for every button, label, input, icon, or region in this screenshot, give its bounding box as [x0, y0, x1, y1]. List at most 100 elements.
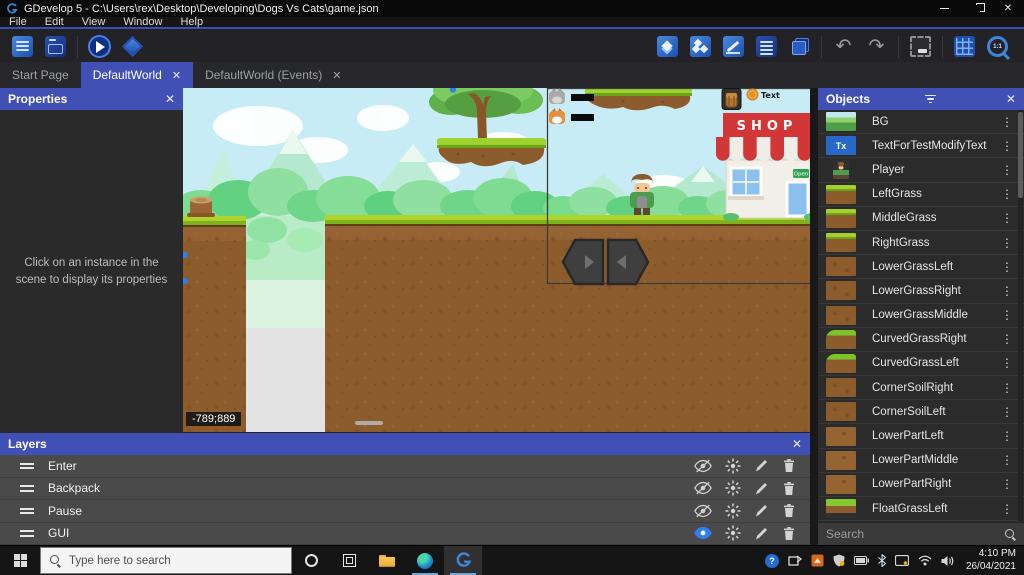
edit-pencil-icon[interactable] — [754, 481, 769, 496]
add-object-icon[interactable] — [655, 34, 680, 59]
object-menu-icon[interactable]: ⋮ — [998, 405, 1016, 419]
snip-screen-icon[interactable] — [894, 555, 909, 566]
filter-icon[interactable] — [925, 94, 937, 105]
drag-handle-icon[interactable] — [20, 460, 34, 472]
delete-trash-icon[interactable] — [782, 458, 796, 473]
object-menu-icon[interactable]: ⋮ — [998, 429, 1016, 443]
layer-row-enter[interactable]: Enter — [0, 455, 810, 478]
tab-start-page[interactable]: Start Page — [0, 62, 81, 88]
start-button[interactable] — [0, 546, 40, 575]
defender-shield-icon[interactable] — [833, 554, 845, 567]
object-groups-icon[interactable] — [688, 34, 713, 59]
object-menu-icon[interactable]: ⋮ — [998, 356, 1016, 370]
cortana-button[interactable] — [292, 546, 330, 575]
object-row[interactable]: LeftGrass ⋮ — [818, 183, 1024, 207]
effects-icon[interactable] — [725, 480, 741, 496]
edit-pencil-icon[interactable] — [754, 458, 769, 473]
effects-icon[interactable] — [725, 503, 741, 519]
object-menu-icon[interactable]: ⋮ — [998, 477, 1016, 491]
object-menu-icon[interactable]: ⋮ — [998, 236, 1016, 250]
object-row-bg[interactable]: BG ⋮ — [818, 110, 1024, 135]
taskbar-clock[interactable]: 4:10 PM 26/04/2021 — [966, 548, 1016, 573]
visibility-eye-icon[interactable] — [694, 526, 712, 540]
menu-window[interactable]: Window — [123, 16, 162, 28]
help-tray-icon[interactable]: ? — [764, 553, 779, 568]
object-row[interactable]: CurvedGrassLeft ⋮ — [818, 352, 1024, 377]
object-menu-icon[interactable]: ⋮ — [998, 163, 1016, 177]
object-menu-icon[interactable]: ⋮ — [998, 115, 1016, 129]
taskbar-search[interactable]: Type here to search — [40, 547, 292, 574]
file-explorer-button[interactable] — [368, 546, 406, 575]
visibility-eye-icon[interactable] — [694, 504, 712, 518]
object-row[interactable]: MiddleGrass ⋮ — [818, 207, 1024, 231]
window-mask-icon[interactable] — [908, 34, 933, 59]
panel-divider[interactable] — [810, 88, 818, 545]
effects-icon[interactable] — [725, 458, 741, 474]
edge-button[interactable] — [406, 546, 444, 575]
edit-pencil-icon[interactable] — [754, 526, 769, 541]
effects-icon[interactable] — [725, 525, 741, 541]
object-row[interactable]: CornerSoilRight ⋮ — [818, 376, 1024, 401]
canvas-horizontal-scrollbar[interactable] — [355, 421, 383, 425]
tab-close-icon[interactable]: ✕ — [172, 69, 181, 82]
undo-icon[interactable]: ↶ — [831, 34, 856, 59]
object-menu-icon[interactable]: ⋮ — [998, 453, 1016, 467]
object-row-player[interactable]: Player ⋮ — [818, 158, 1024, 183]
project-manager-icon[interactable] — [10, 34, 35, 59]
object-menu-icon[interactable]: ⋮ — [998, 308, 1016, 322]
visibility-eye-icon[interactable] — [694, 459, 712, 473]
edit-pencil-icon[interactable] — [754, 503, 769, 518]
orange-app-icon[interactable] — [811, 554, 824, 567]
battery-icon[interactable] — [853, 556, 869, 565]
layers-close-icon[interactable]: ✕ — [792, 437, 802, 451]
objects-scrollbar[interactable] — [1018, 110, 1023, 521]
layer-row-pause[interactable]: Pause — [0, 500, 810, 523]
edit-properties-icon[interactable] — [721, 34, 746, 59]
menu-view[interactable]: View — [82, 16, 106, 28]
tab-defaultworld[interactable]: DefaultWorld ✕ — [80, 62, 194, 88]
objects-close-icon[interactable]: ✕ — [1006, 92, 1016, 106]
object-row[interactable]: LowerPartLeft ⋮ — [818, 424, 1024, 449]
zoom-original-icon[interactable]: 1:1 — [985, 34, 1010, 59]
tab-defaultworld-events[interactable]: DefaultWorld (Events) ✕ — [193, 62, 353, 88]
gdevelop-taskbar-button[interactable] — [444, 546, 482, 575]
play-preview-icon[interactable] — [87, 34, 112, 59]
object-menu-icon[interactable]: ⋮ — [998, 284, 1016, 298]
object-menu-icon[interactable]: ⋮ — [998, 381, 1016, 395]
object-menu-icon[interactable]: ⋮ — [998, 211, 1016, 225]
object-menu-icon[interactable]: ⋮ — [998, 187, 1016, 201]
object-row[interactable]: LowerPartMiddle ⋮ — [818, 449, 1024, 473]
debug-icon[interactable] — [120, 34, 145, 59]
redo-icon[interactable]: ↷ — [864, 34, 889, 59]
minimize-button[interactable] — [928, 0, 960, 17]
title-bar[interactable]: GDevelop 5 - C:\Users\rex\Desktop\Develo… — [0, 0, 1024, 17]
object-row[interactable]: LowerPartRight ⋮ — [818, 473, 1024, 497]
object-menu-icon[interactable]: ⋮ — [998, 502, 1016, 516]
layer-row-gui[interactable]: GUI — [0, 523, 810, 545]
object-menu-icon[interactable]: ⋮ — [998, 332, 1016, 346]
menu-edit[interactable]: Edit — [45, 16, 64, 28]
object-row[interactable]: CurvedGrassRight ⋮ — [818, 328, 1024, 352]
instances-list-icon[interactable] — [754, 34, 779, 59]
delete-trash-icon[interactable] — [782, 503, 796, 518]
window-share-icon[interactable] — [788, 554, 802, 567]
drag-handle-icon[interactable] — [20, 528, 34, 540]
restore-button[interactable] — [960, 0, 992, 17]
close-button[interactable]: ✕ — [992, 0, 1024, 17]
delete-trash-icon[interactable] — [782, 526, 796, 541]
object-row[interactable]: LowerGrassRight ⋮ — [818, 279, 1024, 304]
object-row[interactable]: LowerGrassMiddle ⋮ — [818, 304, 1024, 328]
delete-trash-icon[interactable] — [782, 481, 796, 496]
visibility-eye-icon[interactable] — [694, 481, 712, 495]
scene-editor-icon[interactable] — [43, 34, 68, 59]
properties-close-icon[interactable]: ✕ — [165, 92, 175, 106]
object-menu-icon[interactable]: ⋮ — [998, 139, 1016, 153]
layer-row-backpack[interactable]: Backpack — [0, 478, 810, 500]
wifi-icon[interactable] — [918, 555, 932, 566]
object-row-text[interactable]: Tx TextForTestModifyText ⋮ — [818, 134, 1024, 159]
grid-icon[interactable] — [952, 34, 977, 59]
scene-canvas[interactable]: SHOP Open Text -789;889 — [183, 88, 814, 432]
tab-close-icon[interactable]: ✕ — [332, 69, 341, 82]
drag-handle-icon[interactable] — [20, 483, 34, 495]
objects-search-box[interactable]: Search — [818, 522, 1024, 545]
